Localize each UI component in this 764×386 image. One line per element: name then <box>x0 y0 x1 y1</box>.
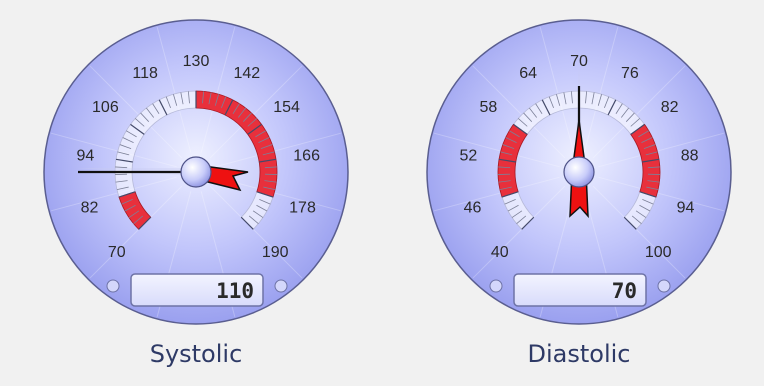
systolic-led-left <box>106 279 120 293</box>
diastolic-tick-label: 82 <box>661 99 679 116</box>
systolic-tick-label: 106 <box>92 99 119 116</box>
diastolic-tick-label: 64 <box>519 65 537 82</box>
systolic-value-readout: 110 <box>216 279 254 303</box>
diastolic-hub <box>563 156 595 188</box>
systolic-tick-label: 118 <box>132 65 158 82</box>
gauges-panel: 70 82 94 106 118 130 142 154 166 178 190 110 40 46 5… <box>0 0 764 386</box>
systolic-tick-label: 154 <box>273 99 300 116</box>
diastolic-tick-label: 94 <box>677 200 695 217</box>
systolic-title: Systolic <box>149 340 243 368</box>
diastolic-tick-label: 88 <box>681 147 699 164</box>
systolic-tick-label: 94 <box>76 147 94 164</box>
diastolic-gauge: 40465258647076828894100 70 <box>426 19 732 325</box>
diastolic-tick-label: 100 <box>645 244 672 261</box>
diastolic-tick-label: 58 <box>479 99 497 116</box>
diastolic-led-left <box>489 279 503 293</box>
systolic-tick-label: 166 <box>293 147 320 164</box>
systolic-tick-label: 142 <box>233 65 260 82</box>
systolic-tick-label: 70 <box>108 244 126 261</box>
systolic-tick-label: 82 <box>81 200 99 217</box>
diastolic-value-readout: 70 <box>612 279 637 303</box>
diastolic-tick-label: 40 <box>491 244 509 261</box>
diastolic-tick-label: 76 <box>621 65 639 82</box>
diastolic-tick-label: 46 <box>464 200 482 217</box>
diastolic-title: Diastolic <box>527 340 631 368</box>
systolic-tick-label: 190 <box>262 244 289 261</box>
systolic-hub <box>180 156 212 188</box>
systolic-tick-label: 178 <box>289 200 316 217</box>
systolic-led-right <box>274 279 288 293</box>
systolic-tick-label: 130 <box>183 53 210 70</box>
diastolic-tick-label: 52 <box>459 147 477 164</box>
diastolic-led-right <box>657 279 671 293</box>
systolic-gauge: 70 82 94 106 118 130 142 154 166 178 190 110 <box>43 19 349 325</box>
gauges-canvas: 70 82 94 106 118 130 142 154 166 178 190 110 40 46 5… <box>43 19 732 325</box>
